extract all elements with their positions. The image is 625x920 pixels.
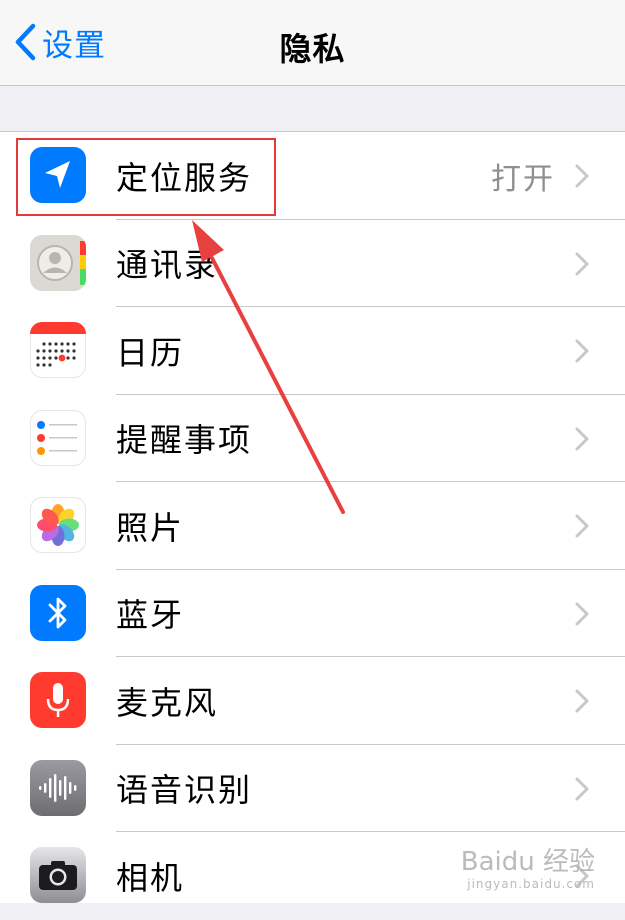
- watermark: Baidu 经验 jingyan.baidu.com: [461, 849, 595, 890]
- watermark-sub: jingyan.baidu.com: [467, 877, 595, 891]
- annotation-arrow-icon: [192, 220, 345, 514]
- watermark-main: Baidu 经验: [460, 847, 595, 877]
